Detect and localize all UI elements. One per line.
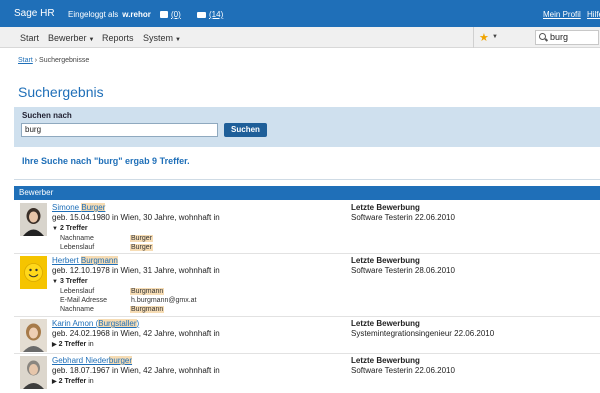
field-value: Burgmann — [130, 288, 165, 295]
nav-bewerber[interactable]: Bewerber ▼ — [48, 33, 94, 43]
favorites-star-icon[interactable]: ★ — [479, 31, 489, 44]
hits-count: 3 Treffer — [59, 278, 88, 285]
help-link[interactable]: Hilfe — [587, 10, 600, 19]
breadcrumb: Start › Suchergebnisse — [18, 57, 89, 64]
main-nav: Start Bewerber ▼ Reports System ▼ ★ ▼ burg — [0, 27, 600, 48]
name-highlight: Burgstaller — [98, 319, 137, 328]
messages-link[interactable]: (14) — [197, 10, 223, 19]
app-brand: Sage HR — [14, 8, 55, 19]
tasks-count: (0) — [171, 10, 181, 19]
nav-reports[interactable]: Reports — [102, 33, 134, 43]
person-photo[interactable] — [20, 319, 47, 352]
hits-count: 2 Treffer — [58, 341, 87, 348]
page-title: Suchergebnis — [18, 84, 104, 100]
search-button[interactable]: Suchen — [224, 123, 267, 137]
hits-toggle[interactable]: ▼ 2 Treffer — [52, 225, 88, 232]
triangle-right-icon: ▶ — [52, 379, 57, 385]
field-value: Burger — [130, 235, 154, 242]
result-row: Gebhard Niederburger geb. 18.07.1967 in … — [14, 354, 600, 393]
last-application-label: Letzte Bewerbung — [351, 356, 420, 365]
last-application-value: Systemintegrationsingenieur 22.06.2010 — [351, 329, 495, 338]
logged-in-label: Eingeloggt als — [68, 10, 119, 19]
name-highlight: burger — [108, 356, 133, 365]
top-bar: Sage HR Eingeloggt als w.rehor (0) (14) M… — [0, 0, 600, 27]
name-text: Herbert — [52, 256, 81, 265]
hits-suffix: in — [86, 341, 94, 348]
caret-down-icon[interactable]: ▼ — [492, 34, 498, 40]
hits-count: 2 Treffer — [59, 225, 88, 232]
name-highlight: Burger — [81, 203, 106, 212]
result-summary: Ihre Suche nach "burg" ergab 9 Treffer. — [22, 156, 190, 166]
last-application-label: Letzte Bewerbung — [351, 203, 420, 212]
hits-toggle[interactable]: ▶ 2 Treffer in — [52, 341, 94, 348]
nav-bewerber-label: Bewerber — [48, 33, 87, 43]
name-text: Simone — [52, 203, 82, 212]
section-header-bewerber: Bewerber — [14, 186, 600, 200]
person-photo[interactable] — [20, 356, 47, 389]
last-application-value: Software Testerin 28.06.2010 — [351, 266, 455, 275]
field-label: Nachname — [60, 235, 94, 242]
hits-toggle[interactable]: ▶ 2 Treffer in — [52, 378, 94, 385]
divider — [14, 179, 600, 180]
search-panel: Suchen nach burg Suchen — [14, 107, 600, 147]
checkbox-icon — [160, 11, 168, 18]
smiley-avatar[interactable] — [20, 256, 47, 289]
candidate-name-link[interactable]: Herbert Burgmann — [52, 256, 118, 265]
last-application-label: Letzte Bewerbung — [351, 319, 420, 328]
candidate-info: geb. 24.02.1968 in Wien, 42 Jahre, wohnh… — [52, 329, 220, 338]
tasks-link[interactable]: (0) — [160, 10, 181, 19]
field-value: Burger — [130, 244, 154, 251]
name-text: ) — [136, 319, 140, 328]
candidate-name-link[interactable]: Karin Amon (Burgstaller) — [52, 319, 139, 328]
last-application-value: Software Testerin 22.06.2010 — [351, 213, 455, 222]
field-value: Burgmann — [130, 306, 165, 313]
triangle-right-icon: ▶ — [52, 342, 57, 348]
result-row: Karin Amon (Burgstaller) geb. 24.02.1968… — [14, 317, 600, 354]
caret-down-icon: ▼ — [175, 37, 181, 43]
breadcrumb-separator: › — [34, 57, 38, 64]
nav-start[interactable]: Start — [20, 33, 39, 43]
caret-down-icon: ▼ — [88, 37, 95, 43]
result-row: Herbert Burgmann geb. 12.10.1978 in Wien… — [14, 254, 600, 317]
login-info: Eingeloggt als w.rehor — [68, 10, 151, 19]
nav-system[interactable]: System ▼ — [143, 33, 181, 43]
hits-toggle[interactable]: ▼ 3 Treffer — [52, 278, 88, 285]
breadcrumb-home[interactable]: Start — [18, 57, 33, 64]
hits-count: 2 Treffer — [58, 378, 87, 385]
candidate-name-link[interactable]: Gebhard Niederburger — [52, 356, 133, 365]
candidate-name-link[interactable]: Simone Burger — [52, 203, 106, 212]
nav-system-label: System — [143, 33, 174, 43]
breadcrumb-current: Suchergebnisse — [39, 57, 90, 64]
last-application-label: Letzte Bewerbung — [351, 256, 420, 265]
envelope-icon — [197, 12, 206, 18]
name-highlight: Burgmann — [80, 256, 118, 265]
messages-count: (14) — [209, 10, 224, 19]
field-label: Nachname — [60, 306, 94, 313]
name-text: Karin Amon ( — [52, 319, 99, 328]
user-name: w.rehor — [122, 10, 151, 19]
field-label: E-Mail Adresse — [60, 297, 108, 304]
triangle-down-icon: ▼ — [52, 226, 58, 232]
last-application-value: Software Testerin 22.06.2010 — [351, 366, 455, 375]
search-label: Suchen nach — [22, 111, 72, 120]
search-input[interactable]: burg — [21, 123, 218, 137]
hits-suffix: in — [86, 378, 94, 385]
candidate-info: geb. 15.04.1980 in Wien, 30 Jahre, wohnh… — [52, 213, 220, 222]
person-photo[interactable] — [20, 203, 47, 236]
profile-link[interactable]: Mein Profil — [543, 10, 581, 19]
field-label: Lebenslauf — [60, 244, 95, 251]
name-text: Gebhard Nieder — [52, 356, 109, 365]
result-row: Simone Burger geb. 15.04.1980 in Wien, 3… — [14, 201, 600, 254]
field-value: h.burgmann@gmx.at — [131, 297, 197, 304]
triangle-down-icon: ▼ — [52, 279, 58, 285]
candidate-info: geb. 18.07.1967 in Wien, 42 Jahre, wohnh… — [52, 366, 220, 375]
divider — [473, 27, 474, 48]
field-label: Lebenslauf — [60, 288, 95, 295]
search-icon — [539, 33, 546, 40]
candidate-info: geb. 12.10.1978 in Wien, 31 Jahre, wohnh… — [52, 266, 220, 275]
